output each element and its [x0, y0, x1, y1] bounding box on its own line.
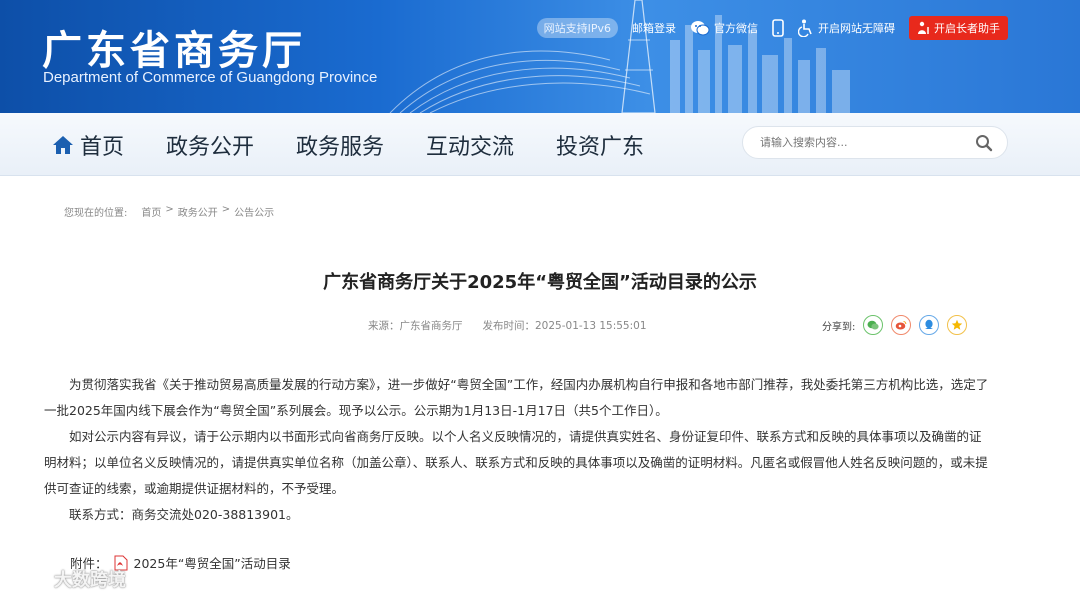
top-links: 网站支持IPv6 邮箱登录 官方微信 开启网站无障碍 开启长者助手 — [536, 16, 1008, 40]
breadcrumb-prefix: 您现在的位置: — [64, 208, 128, 219]
mobile-phone-icon — [772, 19, 784, 37]
ipv6-badge: 网站支持IPv6 — [536, 18, 618, 38]
wheelchair-icon — [798, 19, 812, 37]
wechat-label: 官方微信 — [714, 22, 758, 35]
article-meta: 来源：广东省商务厅 发布时间：2025-01-13 15:55:01 — [368, 318, 647, 333]
wechat-icon — [691, 21, 710, 36]
search-icon[interactable] — [975, 134, 993, 152]
article-paragraph: 联系方式：商务交流处020-38813901。 — [69, 507, 299, 522]
nav-item-home[interactable]: 首页 — [52, 129, 124, 161]
breadcrumb-home[interactable]: 首页 — [141, 204, 161, 219]
home-icon — [53, 136, 73, 154]
nav-item-interaction[interactable]: 互动交流 — [426, 129, 514, 161]
header-banner: 广东省商务厅 Department of Commerce of Guangdo… — [0, 0, 1080, 113]
breadcrumb-separator: > — [165, 204, 174, 215]
article-title: 广东省商务厅关于2025年“粤贸全国”活动目录的公示 — [323, 272, 757, 293]
watermark-logo-icon — [12, 571, 47, 587]
article-paragraph: 如对公示内容有异议，请于公示期内以书面形式向省商务厅反映。以个人名义反映情况的，… — [44, 429, 988, 496]
star-icon — [952, 319, 963, 330]
qq-icon — [925, 319, 934, 329]
breadcrumb-gov-affairs[interactable]: 政务公开 — [178, 204, 218, 219]
article-body: 为贯彻落实我省《关于推动贸易高质量发展的行动方案》，进一步做好“粤贸全国”工作，… — [44, 372, 989, 528]
wechat-link[interactable]: 官方微信 — [690, 20, 758, 36]
weibo-icon — [896, 320, 907, 330]
breadcrumb: 您现在的位置: 首页 > 政务公开 > 公告公示 — [64, 204, 274, 219]
site-logo-en: Department of Commerce of Guangdong Prov… — [43, 69, 378, 86]
watermark-text: 大数跨境 — [54, 570, 126, 591]
share-label: 分享到: — [822, 321, 856, 333]
share-weibo-button[interactable] — [891, 315, 912, 335]
article-paragraph: 为贯彻落实我省《关于推动贸易高质量发展的行动方案》，进一步做好“粤贸全国”工作，… — [44, 377, 989, 418]
search-input[interactable] — [758, 135, 962, 150]
nav-item-gov-affairs[interactable]: 政务公开 — [166, 129, 254, 161]
nav-label-gov-services: 政务服务 — [296, 135, 385, 160]
mail-login-label: 邮箱登录 — [632, 22, 676, 35]
nav-label-home: 首页 — [80, 135, 125, 160]
share-bar: 分享到: — [822, 315, 968, 335]
nav-label-interaction: 互动交流 — [426, 135, 515, 160]
share-qq-button[interactable] — [919, 315, 940, 335]
site-logo-cn[interactable]: 广东省商务厅 — [42, 18, 306, 76]
accessibility-label: 开启网站无障碍 — [818, 22, 895, 35]
nav-item-gov-services[interactable]: 政务服务 — [296, 129, 384, 161]
watermark: 大数跨境 — [10, 566, 126, 592]
attachment-link[interactable]: 2025年“粤贸全国”活动目录 — [134, 553, 291, 572]
nav-label-invest: 投资广东 — [556, 135, 645, 160]
mail-login-link[interactable]: 邮箱登录 — [632, 20, 676, 36]
nav-item-invest[interactable]: 投资广东 — [556, 129, 644, 161]
search-box — [742, 126, 1008, 159]
mobile-link[interactable] — [772, 19, 784, 37]
article-source: 来源：广东省商务厅 — [368, 320, 463, 332]
elder-mode-button[interactable]: 开启长者助手 — [909, 16, 1008, 40]
breadcrumb-notices[interactable]: 公告公示 — [234, 204, 274, 219]
wechat-icon — [867, 320, 879, 330]
accessibility-link[interactable]: 开启网站无障碍 — [798, 19, 895, 37]
elder-mode-label: 开启长者助手 — [934, 22, 1000, 35]
nav-label-gov-affairs: 政务公开 — [166, 135, 255, 160]
article-publish-time: 发布时间：2025-01-13 15:55:01 — [482, 320, 647, 332]
breadcrumb-separator: > — [221, 204, 231, 215]
share-qzone-button[interactable] — [947, 315, 968, 335]
elder-person-icon — [918, 21, 929, 34]
share-wechat-button[interactable] — [863, 315, 884, 335]
